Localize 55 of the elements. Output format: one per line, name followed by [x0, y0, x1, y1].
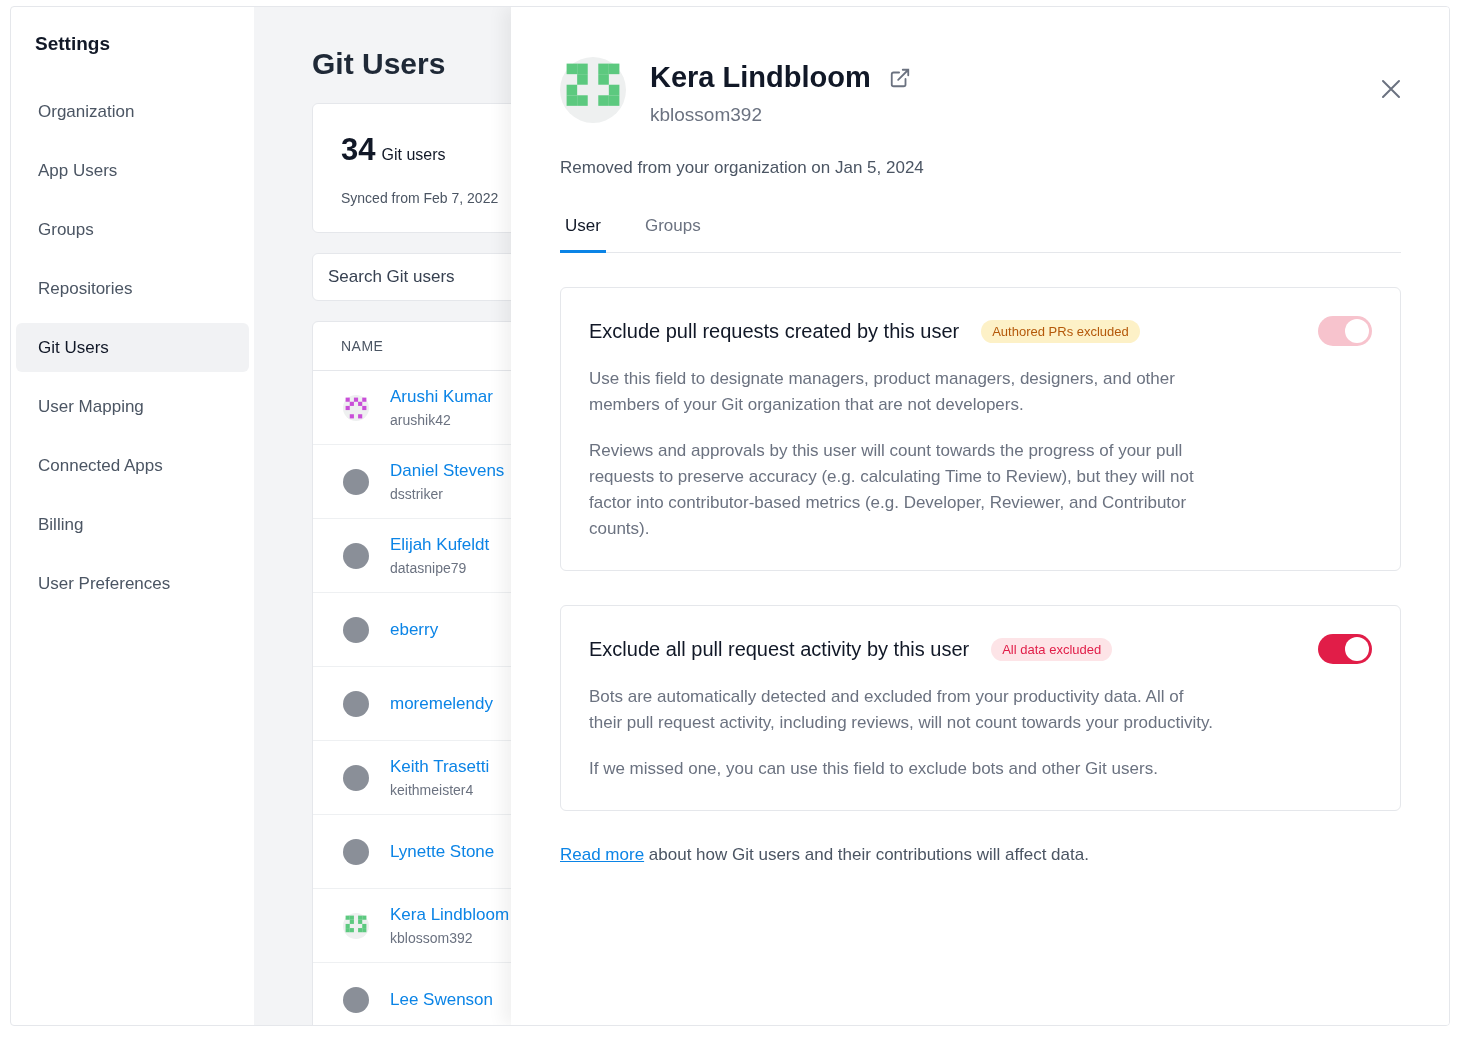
photo-placeholder [343, 616, 369, 643]
setting-description: Reviews and approvals by this user will count towards the progress of your pull requests to preserve accuracy (e.g. calculating Time to Review), but they will not factor into contributor-based metrics (e.g. Developer, Reviewer, and Contributor counts). [589, 440, 1195, 540]
removal-status: Removed from your organization on Jan 5, 2024 [560, 158, 925, 178]
photo-placeholder [343, 764, 369, 791]
read-more-link[interactable]: Read more [560, 845, 645, 864]
setting-title: Exclude all pull request activity by this user [589, 637, 970, 661]
synced-date: Synced from Feb 7, 2022 [341, 190, 500, 206]
setting-description: Bots are automatically detected and excluded from your productivity data. All of their pull request activity, including reviews, will not count towards your productivity. [589, 686, 1214, 734]
user-handle: datasnipe79 [390, 560, 468, 576]
identicon-avatar [343, 394, 369, 421]
sidebar-item[interactable]: Billing [16, 500, 249, 549]
tab[interactable]: User [560, 206, 606, 253]
close-button[interactable] [1381, 79, 1401, 99]
sidebar-item[interactable]: User Preferences [16, 559, 249, 608]
user-name-link[interactable]: moremelendy [390, 693, 493, 714]
toggle-switch[interactable] [1318, 634, 1372, 664]
status-badge: Authored PRs excluded [981, 319, 1140, 343]
sidebar-item[interactable]: Groups [16, 205, 249, 254]
user-full-name: Kera Lindbloom [650, 61, 871, 94]
identicon-avatar [343, 912, 369, 939]
count-label: Git users [381, 146, 446, 163]
sidebar-item[interactable]: Git Users [16, 323, 249, 372]
photo-placeholder [343, 838, 369, 865]
user-handle: keithmeister4 [390, 782, 475, 798]
sidebar-item[interactable]: Organization [16, 87, 249, 136]
footer-note: Read more about how Git users and their contributions will affect data. [560, 845, 1090, 865]
photo-placeholder [343, 468, 369, 495]
user-name-link[interactable]: eberry [390, 619, 439, 640]
user-handle: kblossom392 [390, 930, 474, 946]
tab[interactable]: Groups [639, 206, 706, 253]
user-handle: kblossom392 [650, 104, 763, 126]
user-handle: dsstriker [390, 486, 444, 502]
sidebar-item[interactable]: User Mapping [16, 382, 249, 431]
user-handle: arushik42 [390, 412, 452, 428]
user-name-link[interactable]: Elijah Kufeldt [390, 535, 490, 555]
sidebar-item[interactable]: Repositories [16, 264, 249, 313]
user-count: 34 [341, 132, 376, 167]
photo-placeholder [343, 986, 369, 1013]
user-name-link[interactable]: Kera Lindbloom [390, 905, 510, 925]
sidebar-item[interactable]: App Users [16, 146, 249, 195]
user-name-link[interactable]: Lee Swenson [390, 989, 494, 1010]
identicon-avatar [560, 57, 626, 123]
setting-description: Use this field to designate managers, product managers, designers, and other members of your Git organization that are not developers. [589, 368, 1176, 416]
page-title: Git Users [312, 47, 446, 81]
sidebar-item[interactable]: Connected Apps [16, 441, 249, 490]
photo-placeholder [343, 690, 369, 717]
status-badge: All data excluded [991, 637, 1113, 661]
external-link-icon[interactable] [888, 66, 911, 89]
photo-placeholder [343, 542, 369, 569]
setting-description: If we missed one, you can use this field to exclude bots and other Git users. [589, 758, 1159, 780]
user-name-link[interactable]: Daniel Stevens [390, 461, 505, 481]
user-name-link[interactable]: Keith Trasetti [390, 757, 490, 777]
user-name-link[interactable]: Lynette Stone [390, 841, 495, 862]
user-name-link[interactable]: Arushi Kumar [390, 387, 493, 407]
settings-title: Settings [34, 33, 111, 55]
